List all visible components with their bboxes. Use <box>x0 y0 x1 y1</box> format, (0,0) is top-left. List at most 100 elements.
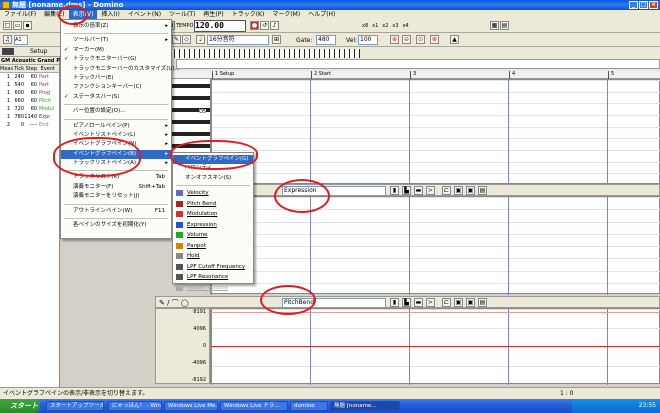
graph2-tool3-icon[interactable]: ▬ <box>414 298 423 307</box>
taskbar-task-2[interactable]: Windows Live Me... <box>164 401 218 411</box>
new-file-icon[interactable]: □ <box>3 21 12 30</box>
save-icon[interactable]: ▪ <box>23 21 32 30</box>
grid-vline <box>508 80 509 185</box>
graph-tool8-icon[interactable]: ▤ <box>478 186 487 195</box>
event-type-8[interactable]: LPF Resonance <box>173 272 253 283</box>
start-button[interactable]: スタート <box>0 399 40 413</box>
open-file-icon[interactable]: ▭ <box>13 21 22 30</box>
graph2-tool7-icon[interactable]: ▣ <box>466 298 475 307</box>
zoom-button-1[interactable]: x1 <box>372 23 378 29</box>
zoom-out-icon[interactable]: ⊖ <box>402 35 411 44</box>
metronome-icon[interactable]: ♪ <box>270 21 279 30</box>
taskbar-task-5[interactable]: 無題 [noname... <box>330 401 400 411</box>
window-icon[interactable]: ▤ <box>500 21 509 30</box>
menu-6[interactable]: 再生(P) <box>199 10 227 19</box>
graph-tool7-icon[interactable]: ▣ <box>466 186 475 195</box>
menu-8[interactable]: マーク(M) <box>268 10 304 19</box>
view-menu-item-2[interactable]: ツールバー(T) ▸ <box>61 36 171 45</box>
gate-field[interactable]: 480 <box>316 35 336 45</box>
marker-icon[interactable]: ▲ <box>450 35 459 44</box>
event-type-0[interactable]: Velocity <box>173 188 253 199</box>
zoom-button-3[interactable]: x3 <box>392 23 398 29</box>
event-type-7[interactable]: LPF Cutoff Frequency <box>173 262 253 273</box>
graph-pane-2-area[interactable] <box>210 308 660 385</box>
taskbar-task-4[interactable]: domino <box>290 401 328 411</box>
menu-0[interactable]: ファイル(F) <box>0 10 40 19</box>
taskbar-task-0[interactable]: スタートアップツール <box>46 401 104 411</box>
event-type-icon <box>176 190 183 197</box>
close-button[interactable]: × <box>649 1 658 9</box>
zoom-button-2[interactable]: x2 <box>382 23 388 29</box>
menu-4[interactable]: イベント(N) <box>124 10 165 19</box>
graph2-tool4-icon[interactable]: ≻ <box>426 298 435 307</box>
record-icon[interactable]: ● <box>250 21 259 30</box>
view-menu-item-3[interactable]: ✓ マーカー(M) <box>61 46 171 55</box>
event-type-1[interactable]: Pitch Bend <box>173 199 253 210</box>
note-length-select[interactable]: 16分音符 <box>207 35 269 45</box>
graph-tool5-icon[interactable]: ⊏ <box>442 186 451 195</box>
menu-7[interactable]: トラック(K) <box>228 10 269 19</box>
graph-tool3-icon[interactable]: ▬ <box>414 186 423 195</box>
note-icon[interactable]: ♩ <box>196 35 205 44</box>
table-row[interactable]: 1 600 60 Prog <box>0 89 59 97</box>
zoom-button-4[interactable]: x4 <box>403 23 409 29</box>
view-menu-item-6[interactable]: トラックバー(E) <box>61 74 171 83</box>
graph2-tool8-icon[interactable]: ▤ <box>478 298 487 307</box>
zoom-fit-icon[interactable]: ⊙ <box>416 35 425 44</box>
submenu-item-2[interactable]: オンオフスキン(S) <box>173 174 253 183</box>
zoom-button-0[interactable]: x8 <box>362 23 368 29</box>
event-type-4[interactable]: Volume <box>173 230 253 241</box>
graph-tool-icon[interactable]: ▮ <box>390 186 399 195</box>
zoom-reset-icon[interactable]: ⊗ <box>430 35 439 44</box>
graph-pencil-icon[interactable]: ✎ ∕ ⌒ ◯ <box>159 298 189 308</box>
view-menu-item-22[interactable]: アウトラインペイン(W) F11 <box>61 207 171 216</box>
menu-5[interactable]: ツール(T) <box>165 10 199 19</box>
menu-9[interactable]: ヘルプ(H) <box>304 10 339 19</box>
menu-3[interactable]: 挿入(I) <box>97 10 123 19</box>
event-type-5[interactable]: Panpot <box>173 241 253 252</box>
graph-pane-1-area[interactable] <box>210 196 660 295</box>
grid-icon[interactable]: ▦ <box>490 21 499 30</box>
table-row[interactable]: 1 240 60 Part <box>0 73 59 81</box>
table-row[interactable]: 1 540 60 Part <box>0 81 59 89</box>
minimize-button[interactable]: _ <box>629 1 638 9</box>
table-row[interactable]: 1 660 60 Pitch <box>0 97 59 105</box>
graph2-tool5-icon[interactable]: ⊏ <box>442 298 451 307</box>
table-row[interactable]: 1 780 1140 Expr <box>0 113 59 121</box>
event-type-2[interactable]: Modulation <box>173 209 253 220</box>
velocity-field[interactable]: 100 <box>358 35 378 45</box>
grid-hline <box>211 258 660 260</box>
graph-tool2-icon[interactable]: ▙ <box>402 186 411 195</box>
view-menu-item-7[interactable]: ファンクションキーバー(C) <box>61 83 171 92</box>
event-type-3[interactable]: Expression <box>173 220 253 231</box>
table-row[interactable]: 1 720 60 Modul <box>0 105 59 113</box>
view-menu-item-10[interactable]: バー位置の設定(O)... <box>61 107 171 116</box>
maximize-button[interactable]: □ <box>639 1 648 9</box>
taskbar-task-3[interactable]: Windows Live ドラ... <box>220 401 288 411</box>
zoom-in-icon[interactable]: ⊕ <box>390 35 399 44</box>
piano-icon[interactable]: ♫ <box>3 35 12 44</box>
graph-tool4-icon[interactable]: ≻ <box>426 186 435 195</box>
view-menu-item-19[interactable]: 演奏モニター(F) Shift+Tab <box>61 183 171 192</box>
graph2-tool-icon[interactable]: ▮ <box>390 298 399 307</box>
graph2-tool6-icon[interactable]: ▣ <box>454 298 463 307</box>
eraser-icon[interactable]: ◇ <box>182 35 191 44</box>
view-menu-item-4[interactable]: ✓ トラックモニターバー(G) <box>61 55 171 64</box>
view-menu-item-24[interactable]: 各ペインのサイズを初期化(Y) <box>61 221 171 230</box>
pencil-icon[interactable]: ✎ <box>172 35 181 44</box>
snap-icon[interactable]: ⊞ <box>272 35 281 44</box>
graph2-tool2-icon[interactable]: ▙ <box>402 298 411 307</box>
loop-icon[interactable]: ↺ <box>260 21 269 30</box>
event-type-6[interactable]: Hold <box>173 251 253 262</box>
track-number-field[interactable]: A1 <box>14 35 28 45</box>
graph-tool6-icon[interactable]: ▣ <box>454 186 463 195</box>
view-menu-item-5[interactable]: トラックモニターバーのカスタマイズ(U)... <box>61 65 180 74</box>
view-menu-item-20[interactable]: 演奏モニターをリセット(J) <box>61 192 171 201</box>
view-menu-item-12[interactable]: ピアノロールペイン(P) ▸ <box>61 122 171 131</box>
event-list-pane[interactable]: GM Acoustic Grand Pi... Meas Tick Step Even… <box>0 57 67 387</box>
piano-roll-grid[interactable] <box>210 79 660 185</box>
taskbar-task-1[interactable]: にゃっほん！ - Win... <box>108 401 162 411</box>
table-row[interactable]: 2 0 ---- End <box>0 121 59 129</box>
event-type-icon <box>176 253 183 260</box>
view-menu-item-8[interactable]: ✓ ステータスバー(S) <box>61 93 171 102</box>
